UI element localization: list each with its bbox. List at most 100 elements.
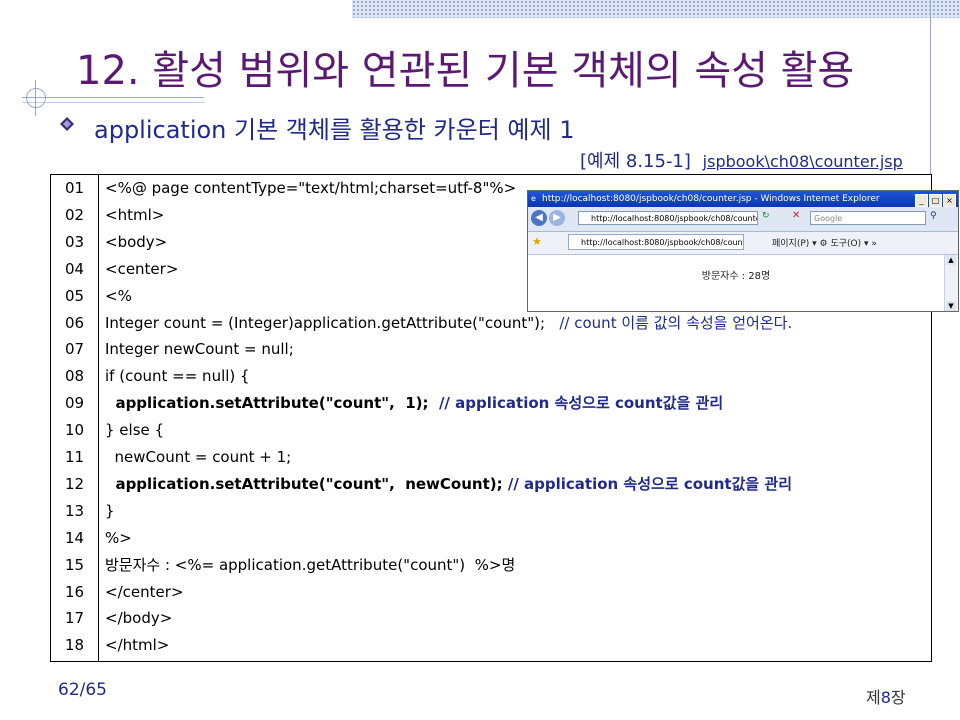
code-line: 12 application.setAttribute("count", new… [51, 471, 931, 498]
line-number: 07 [64, 340, 85, 359]
code-statement: </html> [105, 636, 170, 655]
code-text: <%@ page contentType="text/html;charset=… [105, 175, 516, 202]
star-icon[interactable]: ★ [532, 235, 542, 248]
code-comment: // count 이름 값의 속성을 얻어온다. [559, 313, 793, 332]
line-number: 10 [64, 421, 85, 440]
line-number: 18 [64, 636, 85, 655]
code-statement: Integer newCount = null; [105, 340, 294, 359]
line-number: 14 [64, 528, 85, 547]
stop-icon[interactable]: ✕ [792, 210, 800, 221]
line-number: 09 [64, 394, 85, 413]
address-input[interactable]: http://localhost:8080/jspbook/ch08/count… [578, 211, 758, 225]
code-statement: <body> [105, 232, 168, 251]
line-number: 02 [64, 205, 85, 224]
search-input[interactable]: Google [810, 211, 926, 225]
minimize-icon[interactable]: _ [915, 194, 928, 207]
code-text: application.setAttribute("count", 1); //… [105, 390, 723, 417]
code-statement: </center> [105, 582, 184, 601]
subtitle-ko: 기본 객체를 활용한 카운터 예제 1 [226, 116, 575, 144]
decor-vertical-line [930, 0, 931, 176]
code-comment: // application 속성으로 count값을 관리 [438, 394, 724, 413]
subtitle-en: application [94, 116, 227, 144]
code-statement: <%@ page contentType="text/html;charset=… [105, 179, 517, 197]
top-decorative-strip [352, 0, 960, 18]
browser-tab[interactable]: http://localhost:8080/jspbook/ch08/count… [568, 234, 744, 250]
code-comment: // application 속성으로 count값을 관리 [507, 474, 793, 493]
code-statement: } [105, 501, 115, 520]
line-number: 17 [64, 609, 85, 628]
scroll-down-icon[interactable]: ▼ [946, 301, 956, 311]
code-line: 06 Integer count = (Integer)application.g… [51, 310, 931, 337]
example-path: jspbook\ch08\counter.jsp [702, 152, 903, 171]
section-subtitle: application 기본 객체를 활용한 카운터 예제 1 [94, 110, 574, 145]
line-number: 03 [64, 232, 85, 251]
code-text: <html> [105, 202, 164, 229]
decor-horizontal-line-2 [22, 102, 204, 103]
code-text: <center> [105, 256, 178, 283]
browser-address-bar: ◀ ▶ http://localhost:8080/jspbook/ch08/c… [528, 207, 958, 232]
code-statement: </body> [105, 609, 173, 628]
code-line: 14 %> [51, 525, 931, 552]
code-text: newCount = count + 1; [105, 444, 292, 471]
line-number: 13 [64, 501, 85, 520]
code-statement: Integer count = (Integer)application.get… [105, 313, 560, 332]
title-text: 활성 범위와 연관된 기본 객체의 속성 활용 [152, 48, 855, 94]
browser-tab-bar: ★ http://localhost:8080/jspbook/ch08/cou… [528, 232, 958, 255]
chapter-label: 제8장 [866, 684, 906, 708]
browser-title: http://localhost:8080/jspbook/ch08/count… [542, 194, 880, 204]
browser-screenshot: e http://localhost:8080/jspbook/ch08/cou… [527, 190, 959, 312]
line-number: 12 [64, 474, 85, 493]
code-line: 07 Integer newCount = null; [51, 336, 931, 363]
code-statement: application.setAttribute("count", 1); [105, 394, 439, 413]
code-statement: newCount = count + 1; [105, 448, 292, 466]
code-text: </html> [105, 632, 169, 659]
code-statement: 방문자수 : <%= application.getAttribute("cou… [105, 555, 516, 574]
code-text: application.setAttribute("count", newCou… [105, 471, 792, 498]
page-counter: 62/65 [58, 680, 107, 700]
code-line: 16 </center> [51, 579, 931, 606]
scroll-up-icon[interactable]: ▲ [946, 255, 956, 265]
title-number: 12. [76, 48, 140, 94]
code-text: <% [105, 283, 132, 310]
code-statement: <% [105, 286, 132, 305]
browser-scrollbar[interactable]: ▲ ▼ [944, 255, 958, 311]
visit-count-text: 방문자수 : 28명 [701, 271, 771, 282]
slide-title: 12. 활성 범위와 연관된 기본 객체의 속성 활용 [76, 38, 854, 96]
code-text: Integer newCount = null; [105, 336, 294, 363]
code-line: 17 </body> [51, 605, 931, 632]
code-line: 10 } else { [51, 417, 931, 444]
forward-arrow-icon[interactable]: ▶ [549, 210, 565, 226]
line-number: 05 [64, 286, 85, 305]
chapter-suffix: 장 [890, 688, 906, 707]
code-text: if (count == null) { [105, 363, 250, 390]
line-number: 06 [64, 313, 85, 332]
code-text: } else { [105, 417, 164, 444]
close-icon[interactable]: × [943, 194, 956, 207]
code-line: 13} [51, 498, 931, 525]
code-text: <body> [105, 229, 167, 256]
decor-horizontal-line [22, 97, 204, 98]
decor-circle [26, 88, 46, 108]
code-line: 09 application.setAttribute("count", 1);… [51, 390, 931, 417]
line-number: 15 [64, 555, 85, 574]
line-number: 08 [64, 367, 85, 386]
code-text: 방문자수 : <%= application.getAttribute("cou… [105, 552, 515, 579]
line-number: 16 [64, 582, 85, 601]
line-number: 11 [64, 448, 85, 466]
code-text: </center> [105, 579, 183, 606]
code-statement: application.setAttribute("count", newCou… [105, 474, 508, 493]
maximize-icon[interactable]: □ [929, 194, 942, 207]
browser-tools[interactable]: 페이지(P) ▾ ⚙ 도구(O) ▾ » [772, 236, 877, 249]
browser-titlebar: e http://localhost:8080/jspbook/ch08/cou… [528, 191, 958, 207]
browser-content: 방문자수 : 28명 [528, 255, 944, 311]
refresh-icon[interactable]: ↻ [762, 211, 770, 221]
back-arrow-icon[interactable]: ◀ [531, 210, 547, 226]
code-statement: <html> [105, 205, 165, 224]
example-label: [예제 8.15-1] [580, 151, 691, 172]
line-number: 01 [64, 179, 85, 197]
code-text: Integer count = (Integer)application.get… [105, 310, 792, 337]
chapter-prefix: 제 [866, 688, 881, 707]
example-reference: [예제 8.15-1] jspbook\ch08\counter.jsp [580, 147, 903, 173]
line-number: 04 [64, 259, 85, 278]
search-icon[interactable]: ⚲ [930, 211, 937, 221]
